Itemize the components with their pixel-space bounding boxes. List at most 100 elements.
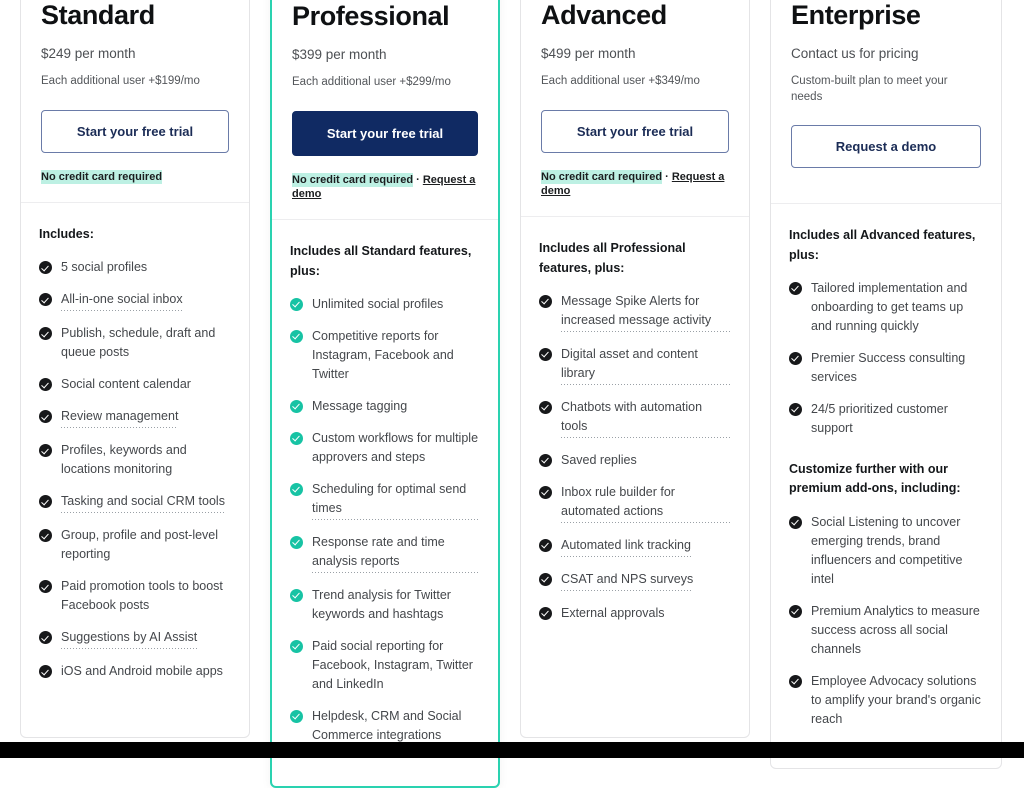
check-circle-icon — [39, 529, 52, 543]
check-circle-icon — [39, 580, 52, 594]
plan-additional-user-price: Custom-built plan to meet your needs — [791, 75, 948, 103]
check-circle-icon — [39, 410, 52, 424]
plan-note: No credit card required — [41, 169, 229, 184]
check-circle-icon — [290, 640, 303, 654]
feature-item: Premier Success consulting services — [789, 349, 983, 387]
feature-label[interactable]: Review management — [61, 407, 179, 429]
feature-item: All-in-one social inbox — [39, 290, 231, 312]
plan-additional-user-price: Each additional user +$299/mo — [292, 76, 451, 89]
check-circle-icon — [39, 293, 52, 307]
check-circle-icon — [539, 348, 552, 362]
cta-button-enterprise[interactable]: Request a demo — [791, 125, 981, 169]
plan-name: Advanced — [541, 0, 667, 30]
feature-item: Automated link tracking — [539, 536, 731, 558]
check-circle-icon — [39, 378, 52, 392]
check-circle-icon — [789, 403, 802, 417]
feature-label: External approvals — [561, 606, 665, 621]
feature-item: Trend analysis for Twitter keywords and … — [290, 586, 480, 624]
check-circle-icon — [539, 486, 552, 500]
feature-item: Group, profile and post-level reporting — [39, 526, 231, 564]
feature-label: Premier Success consulting services — [811, 351, 966, 385]
feature-item: 24/5 prioritized customer support — [789, 400, 983, 438]
feature-label[interactable]: Response rate and time analysis reports — [312, 533, 480, 574]
feature-label[interactable]: Suggestions by AI Assist — [61, 628, 198, 650]
check-circle-icon — [789, 282, 802, 296]
check-circle-icon — [290, 298, 303, 312]
feature-label: Publish, schedule, draft and queue posts — [61, 326, 216, 360]
feature-item: Inbox rule builder for automated actions — [539, 483, 731, 524]
feature-label[interactable]: Automated link tracking — [561, 536, 691, 558]
feature-item: Premium Analytics to measure success acr… — [789, 602, 983, 659]
feature-item: Chatbots with automation tools — [539, 398, 731, 439]
feature-label: Premium Analytics to measure success acr… — [811, 603, 980, 656]
check-circle-icon — [290, 330, 303, 344]
no-credit-card-note: No credit card required — [292, 172, 414, 187]
feature-label: Tailored implementation and onboarding t… — [811, 281, 968, 334]
plan-features: Includes: 5 social profiles All-in-one soc… — [21, 203, 249, 737]
plan-additional-user-price: Each additional user +$199/mo — [41, 75, 200, 88]
feature-item: External approvals — [539, 604, 731, 623]
feature-item: Paid social reporting for Facebook, Inst… — [290, 637, 480, 694]
feature-list: Unlimited social profiles Competitive rep… — [290, 295, 480, 748]
check-circle-icon — [290, 432, 303, 446]
plan-price: Contact us for pricing — [791, 45, 919, 61]
feature-item: Tasking and social CRM tools — [39, 492, 231, 514]
note-separator: · — [413, 173, 423, 186]
check-circle-icon — [290, 710, 303, 724]
feature-label: 5 social profiles — [61, 260, 148, 275]
check-circle-icon — [539, 454, 552, 468]
feature-label[interactable]: CSAT and NPS surveys — [561, 570, 694, 592]
check-circle-icon — [539, 295, 552, 309]
feature-item: Saved replies — [539, 451, 731, 470]
feature-label: Paid promotion tools to boost Facebook p… — [61, 579, 223, 613]
feature-label: Saved replies — [561, 453, 637, 468]
feature-item: Message tagging — [290, 397, 480, 416]
feature-label[interactable]: Scheduling for optimal send times — [312, 480, 480, 521]
check-circle-icon — [539, 607, 552, 621]
feature-item: Employee Advocacy solutions to amplify y… — [789, 672, 983, 729]
includes-title: Includes all Professional features, plus… — [539, 241, 686, 275]
check-circle-icon — [789, 515, 802, 529]
feature-item: Digital asset and content library — [539, 345, 731, 386]
addon-feature-list: Social Listening to uncover emerging tre… — [789, 513, 983, 729]
feature-item: Paid promotion tools to boost Facebook p… — [39, 577, 231, 615]
feature-label[interactable]: All-in-one social inbox — [61, 290, 183, 312]
feature-label: Paid social reporting for Facebook, Inst… — [312, 639, 473, 692]
includes-title: Includes: — [39, 227, 94, 242]
includes-title: Includes all Standard features, plus: — [290, 244, 472, 278]
feature-label: Group, profile and post-level reporting — [61, 528, 219, 562]
feature-item: Social content calendar — [39, 375, 231, 394]
plan-header: Advanced $499 per month Each additional us… — [521, 0, 749, 218]
check-circle-icon — [39, 327, 52, 341]
addons-title: Customize further with our premium add-o… — [789, 462, 961, 496]
plan-price: $399 per month — [292, 46, 387, 62]
plan-note: No credit card required · Request a demo — [292, 172, 478, 202]
plan-header: Enterprise Contact us for pricing Custom-b… — [771, 0, 1001, 205]
check-circle-icon — [290, 589, 303, 603]
check-circle-icon — [789, 674, 802, 688]
plan-card-enterprise: Enterprise Contact us for pricing Custom-b… — [770, 0, 1002, 769]
check-circle-icon — [39, 444, 52, 458]
plan-card-professional: Professional $399 per month Each additiona… — [270, 0, 500, 788]
plan-note: No credit card required · Request a demo — [541, 169, 729, 199]
cta-button-professional[interactable]: Start your free trial — [292, 110, 478, 156]
feature-label[interactable]: Message Spike Alerts for increased messa… — [561, 292, 731, 333]
check-circle-icon — [290, 400, 303, 414]
note-separator: · — [662, 170, 672, 183]
feature-label[interactable]: Inbox rule builder for automated actions — [561, 483, 731, 524]
plan-price: $499 per month — [541, 45, 636, 61]
feature-label[interactable]: Tasking and social CRM tools — [61, 492, 225, 514]
feature-item: Message Spike Alerts for increased messa… — [539, 292, 731, 333]
bottom-black-bar — [0, 742, 1024, 758]
feature-label[interactable]: Digital asset and content library — [561, 345, 731, 386]
no-credit-card-note: No credit card required — [41, 169, 163, 184]
feature-list: Tailored implementation and onboarding t… — [789, 279, 983, 438]
plan-name: Professional — [292, 1, 450, 31]
feature-label[interactable]: Chatbots with automation tools — [561, 398, 731, 439]
feature-item: Review management — [39, 407, 231, 429]
feature-label: iOS and Android mobile apps — [61, 664, 223, 679]
feature-item: Response rate and time analysis reports — [290, 533, 480, 574]
plan-features: Includes all Advanced features, plus: Tai… — [771, 204, 1001, 768]
cta-button-advanced[interactable]: Start your free trial — [541, 109, 729, 153]
cta-button-standard[interactable]: Start your free trial — [41, 109, 229, 153]
